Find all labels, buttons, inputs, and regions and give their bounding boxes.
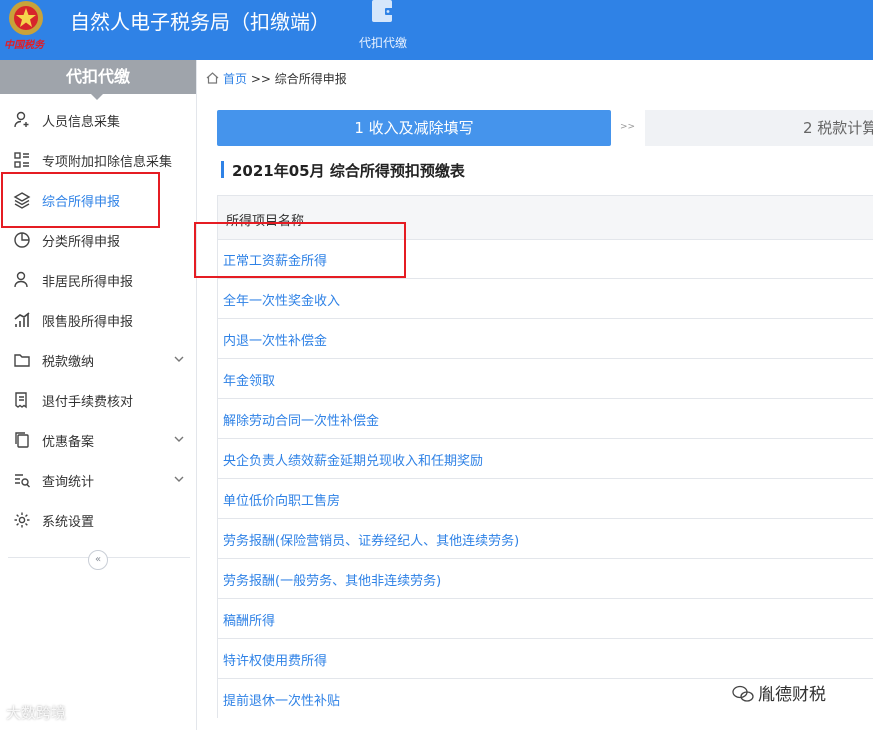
table-row-label: 全年一次性奖金收入 xyxy=(223,294,341,309)
gear-icon xyxy=(14,512,30,528)
table-row[interactable]: 内退一次性补偿金 xyxy=(217,318,873,359)
top-nav-withholding[interactable]: 代扣代缴 xyxy=(344,0,422,60)
wallet-icon xyxy=(372,0,394,22)
sidebar-item-label: 退付手续费核对 xyxy=(42,395,134,410)
watermark-right: 胤德财税 xyxy=(732,680,826,705)
table-row[interactable]: 稿酬所得 xyxy=(217,598,873,639)
table-row-label: 特许权使用费所得 xyxy=(223,654,328,669)
sidebar-item-label: 税款缴纳 xyxy=(42,355,95,370)
table-row-label: 稿酬所得 xyxy=(223,614,276,629)
table-row[interactable]: 全年一次性奖金收入 xyxy=(217,278,873,319)
copy-icon xyxy=(15,432,29,448)
sidebar-item-label: 系统设置 xyxy=(42,515,95,530)
folder-icon xyxy=(14,354,30,367)
highlight-box-sidebar xyxy=(1,172,160,228)
sidebar: 代扣代缴 人员信息采集 专项附加扣除信息采集 综合所得申报 分类所得申报 非居民… xyxy=(0,60,197,730)
person-icon xyxy=(14,271,28,288)
top-nav-label: 代扣代缴 xyxy=(358,36,407,50)
home-icon xyxy=(206,72,219,84)
grid-list-icon xyxy=(14,152,29,168)
tax-emblem-logo: 中国税务 xyxy=(2,1,56,54)
breadcrumb-home-link[interactable]: 首页 xyxy=(223,72,247,86)
table-row-label: 内退一次性补偿金 xyxy=(223,334,328,349)
sidebar-item-label: 分类所得申报 xyxy=(42,235,121,250)
sidebar-item-nonresident-income[interactable]: 非居民所得申报 xyxy=(0,260,196,300)
table-row-label: 提前退休一次性补贴 xyxy=(223,694,341,709)
table-row[interactable]: 劳务报酬(一般劳务、其他非连续劳务) xyxy=(217,558,873,599)
step-separator: >> xyxy=(620,122,636,132)
sidebar-item-system-settings[interactable]: 系统设置 xyxy=(0,500,196,540)
sidebar-item-person-info[interactable]: 人员信息采集 xyxy=(0,100,196,140)
highlight-box-table-row xyxy=(194,222,406,278)
app-header: 中国税务 自然人电子税务局（扣缴端） 代扣代缴 xyxy=(0,0,873,60)
sidebar-item-label: 非居民所得申报 xyxy=(42,275,134,290)
person-add-icon xyxy=(14,111,29,128)
watermark-right-text: 胤德财税 xyxy=(758,685,826,705)
breadcrumb: 首页 >> 综合所得申报 xyxy=(206,70,347,87)
sidebar-item-label: 人员信息采集 xyxy=(42,115,121,130)
table-row-label: 年金领取 xyxy=(223,374,276,389)
sidebar-item-preferential-filing[interactable]: 优惠备案 xyxy=(0,420,196,460)
table-row[interactable]: 劳务报酬(保险营销员、证券经纪人、其他连续劳务) xyxy=(217,518,873,559)
sidebar-item-tax-payment[interactable]: 税款缴纳 xyxy=(0,340,196,380)
sidebar-item-label: 限售股所得申报 xyxy=(42,315,134,330)
sidebar-item-query-statistics[interactable]: 查询统计 xyxy=(0,460,196,500)
chevron-down-icon xyxy=(174,356,184,362)
svg-text:中国税务: 中国税务 xyxy=(4,39,46,51)
chevron-down-icon xyxy=(174,476,184,482)
section-title-accent xyxy=(221,161,224,178)
breadcrumb-current: 综合所得申报 xyxy=(274,72,347,86)
table-row[interactable]: 特许权使用费所得 xyxy=(217,638,873,679)
document-icon xyxy=(15,392,27,409)
bar-chart-icon xyxy=(14,312,30,327)
table-row[interactable]: 解除劳动合同一次性补偿金 xyxy=(217,398,873,439)
table-row[interactable]: 年金领取 xyxy=(217,358,873,399)
sidebar-item-fee-refund[interactable]: 退付手续费核对 xyxy=(0,380,196,420)
pie-chart-icon xyxy=(14,232,30,248)
step-tax-calculation-tab[interactable]: 2 税款计算 xyxy=(645,110,873,146)
table-row[interactable]: 单位低价向职工售房 xyxy=(217,478,873,519)
table-row-label: 解除劳动合同一次性补偿金 xyxy=(223,414,380,429)
breadcrumb-separator: >> xyxy=(250,72,271,86)
sidebar-title: 代扣代缴 xyxy=(0,60,196,94)
sidebar-item-label: 专项附加扣除信息采集 xyxy=(42,155,173,170)
search-list-icon xyxy=(15,474,30,488)
table-row-label: 央企负责人绩效薪金延期兑现收入和任期奖励 xyxy=(223,454,484,469)
watermark-left: 大数跨境 xyxy=(6,704,67,722)
table-row[interactable]: 央企负责人绩效薪金延期兑现收入和任期奖励 xyxy=(217,438,873,479)
sidebar-item-label: 查询统计 xyxy=(42,475,95,490)
sidebar-item-restricted-shares[interactable]: 限售股所得申报 xyxy=(0,300,196,340)
step-income-deduction-tab[interactable]: 1 收入及减除填写 xyxy=(217,110,611,146)
wechat-icon xyxy=(732,685,754,702)
table-row-label: 劳务报酬(保险营销员、证券经纪人、其他连续劳务) xyxy=(223,534,520,549)
section-title: 2021年05月 综合所得预扣预缴表 xyxy=(232,162,465,180)
chevron-down-icon xyxy=(174,436,184,442)
step-tax-calculation-label: 2 税款计算 xyxy=(803,119,873,137)
table-row-label: 劳务报酬(一般劳务、其他非连续劳务) xyxy=(223,574,442,589)
sidebar-item-label: 优惠备案 xyxy=(42,435,95,450)
sidebar-collapse-button[interactable]: « xyxy=(88,550,108,570)
app-title: 自然人电子税务局（扣缴端） xyxy=(70,10,330,34)
table-row-label: 单位低价向职工售房 xyxy=(223,494,341,509)
